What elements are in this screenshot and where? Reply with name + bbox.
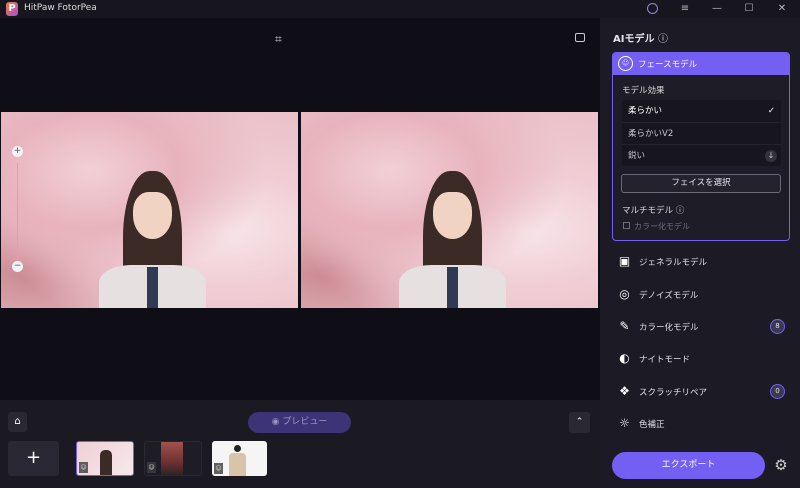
check-icon: ✓ bbox=[767, 106, 775, 116]
account-icon[interactable] bbox=[644, 1, 660, 17]
model-label: スクラッチリペア bbox=[639, 388, 708, 398]
thumbnail-2[interactable]: ☺ bbox=[144, 441, 202, 476]
brush-icon: ✎ bbox=[619, 319, 630, 333]
thumbnail-3[interactable]: ☺ bbox=[212, 441, 267, 476]
eye-icon: ◉ bbox=[271, 417, 280, 427]
export-button[interactable]: エクスポート bbox=[612, 452, 765, 479]
info-icon[interactable]: ⓘ bbox=[658, 34, 668, 45]
option-label: 柔らかい bbox=[628, 106, 663, 116]
option-label: 鋭い bbox=[628, 151, 646, 161]
panel-title: AIモデル ⓘ bbox=[613, 30, 668, 45]
panel-title-text: AIモデル bbox=[613, 34, 655, 45]
model-color-correction[interactable]: ☼ 色補正 bbox=[617, 414, 787, 434]
feedback-icon[interactable] bbox=[575, 33, 585, 42]
face-model-card: ☺ フェースモデル モデル効果 柔らかい ✓ 柔らかいV2 鋭い ↓ フェイスを選択… bbox=[612, 52, 790, 241]
sun-icon: ☼ bbox=[619, 416, 630, 430]
face-badge-icon: ☺ bbox=[214, 463, 223, 474]
zoom-out-button[interactable]: − bbox=[12, 261, 23, 272]
model-label: ジェネラルモデル bbox=[639, 258, 708, 268]
add-image-button[interactable]: + bbox=[8, 441, 59, 476]
count-badge: 8 bbox=[770, 319, 785, 334]
model-scratch-repair[interactable]: ❖ スクラッチリペア 0 bbox=[617, 382, 787, 402]
model-label: ナイトモード bbox=[639, 355, 691, 365]
collapse-button[interactable]: ⌃ bbox=[569, 412, 590, 433]
face-icon: ☺ bbox=[618, 56, 633, 71]
model-general[interactable]: ▣ ジェネラルモデル bbox=[617, 252, 787, 272]
minimize-button[interactable]: — bbox=[709, 1, 725, 17]
close-button[interactable]: ✕ bbox=[774, 1, 790, 17]
title-bar: P HitPaw FotorPea ≡ — ☐ ✕ bbox=[0, 0, 800, 18]
maximize-button[interactable]: ☐ bbox=[741, 1, 757, 17]
original-image[interactable] bbox=[1, 112, 298, 308]
model-denoise[interactable]: ◎ デノイズモデル bbox=[617, 285, 787, 305]
effect-option-soft-v2[interactable]: 柔らかいV2 bbox=[622, 122, 781, 144]
face-model-header[interactable]: ☺ フェースモデル bbox=[613, 53, 789, 75]
model-night[interactable]: ◐ ナイトモード bbox=[617, 349, 787, 369]
model-effect-heading: モデル効果 bbox=[622, 86, 665, 96]
denoise-icon: ◎ bbox=[619, 287, 630, 301]
home-button[interactable]: ⌂ bbox=[8, 412, 27, 432]
thumbnail-1[interactable]: ☺ bbox=[76, 441, 134, 476]
preview-label: プレビュー bbox=[282, 417, 328, 427]
info-icon[interactable]: ⓘ bbox=[676, 206, 685, 216]
zoom-slider[interactable] bbox=[17, 163, 18, 260]
preview-button[interactable]: ◉ プレビュー bbox=[248, 412, 351, 433]
face-model-label: フェースモデル bbox=[638, 60, 698, 70]
image-icon: ▣ bbox=[618, 254, 631, 268]
effect-option-sharp[interactable]: 鋭い ↓ bbox=[622, 144, 781, 166]
model-label: カラー化モデル bbox=[639, 323, 699, 333]
download-icon[interactable]: ↓ bbox=[765, 150, 777, 162]
crop-icon[interactable]: ⌗ bbox=[275, 32, 282, 47]
model-colorize[interactable]: ✎ カラー化モデル 8 bbox=[617, 317, 787, 337]
app-title: HitPaw FotorPea bbox=[24, 3, 97, 13]
model-label: デノイズモデル bbox=[639, 291, 699, 301]
app-logo: P bbox=[6, 2, 18, 16]
effect-option-soft[interactable]: 柔らかい ✓ bbox=[622, 100, 781, 122]
count-badge: 0 bbox=[770, 384, 785, 399]
colorize-checkbox-label: カラー化モデル bbox=[634, 222, 690, 231]
half-circle-icon: ◐ bbox=[619, 351, 630, 365]
enhanced-image[interactable] bbox=[301, 112, 598, 308]
option-label: 柔らかいV2 bbox=[628, 129, 674, 139]
multi-model-heading: マルチモデル ⓘ bbox=[622, 204, 684, 216]
model-label: 色補正 bbox=[639, 420, 665, 430]
colorize-checkbox[interactable]: カラー化モデル bbox=[623, 221, 690, 232]
face-badge-icon: ☺ bbox=[147, 462, 156, 473]
bandage-icon: ❖ bbox=[619, 384, 630, 398]
effect-options: 柔らかい ✓ 柔らかいV2 鋭い ↓ bbox=[622, 100, 781, 166]
settings-icon[interactable]: ⚙ bbox=[772, 456, 790, 474]
menu-icon[interactable]: ≡ bbox=[677, 1, 693, 17]
select-face-button[interactable]: フェイスを選択 bbox=[621, 174, 781, 193]
zoom-in-button[interactable]: + bbox=[12, 146, 23, 157]
multi-model-label: マルチモデル bbox=[622, 206, 674, 216]
face-badge-icon: ☺ bbox=[79, 462, 88, 473]
